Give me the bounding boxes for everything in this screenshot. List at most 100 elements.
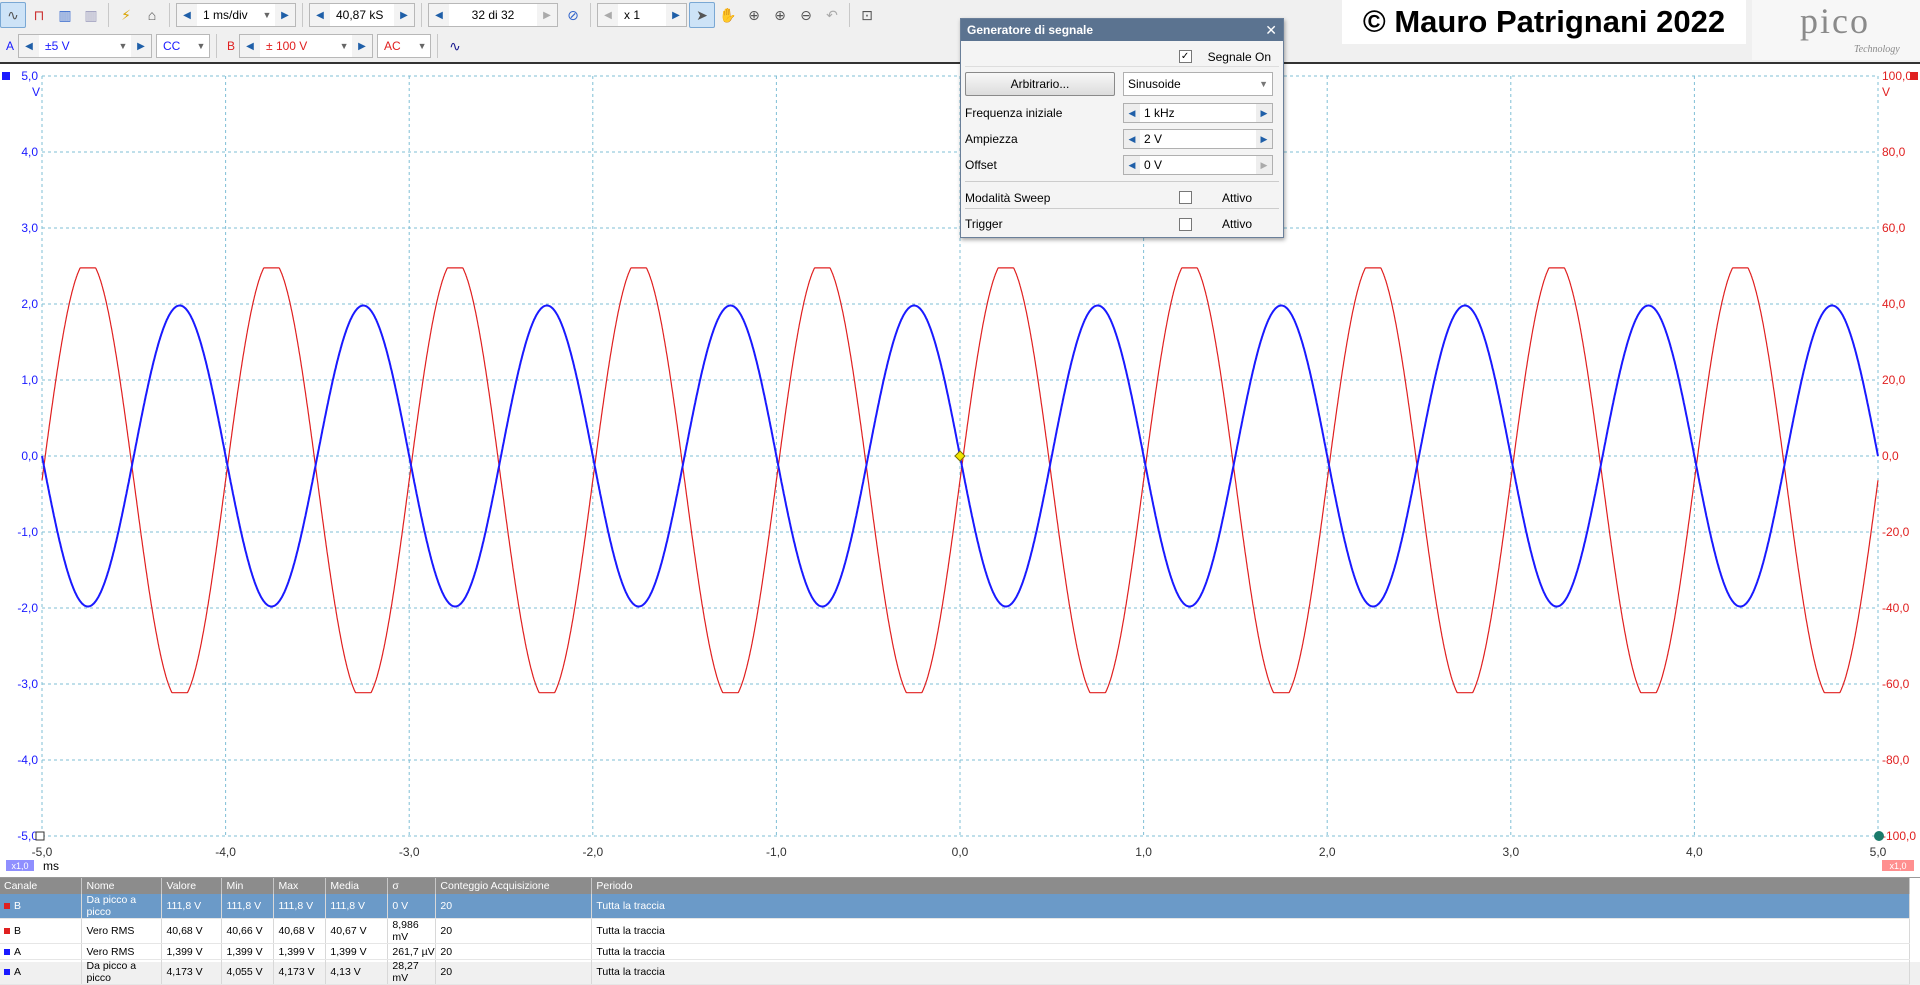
start-freq-decrease-icon[interactable]: ◀ — [1124, 104, 1140, 122]
table-cell: 1,399 V — [325, 943, 389, 960]
signal-on-label: Segnale On — [1207, 49, 1271, 64]
trigger-checkbox[interactable] — [1179, 217, 1192, 231]
chevron-down-icon[interactable]: ▼ — [115, 41, 131, 51]
column-header[interactable]: Nome — [81, 878, 163, 894]
samples-decrease-icon[interactable]: ◀ — [310, 4, 330, 26]
signal-on-checkbox[interactable]: ✓ — [1178, 50, 1192, 63]
signal-generator-titlebar[interactable]: Generatore di segnale ✕ — [961, 19, 1283, 41]
chevron-down-icon[interactable]: ▼ — [193, 41, 209, 51]
table-cell: 8,986 mV — [387, 918, 437, 944]
column-header[interactable]: Conteggio Acquisizione — [435, 878, 593, 894]
offset-decrease-icon[interactable]: ◀ — [1124, 156, 1140, 174]
zoom-area-icon[interactable]: ⊕ — [741, 2, 767, 28]
channel-a-range-control[interactable]: ◀ ±5 V ▼ ▶ — [18, 34, 153, 58]
divider — [590, 3, 591, 27]
y-tick-label-left: -4,0 — [17, 753, 38, 767]
y-tick-label-left: -2,0 — [17, 601, 38, 615]
column-header[interactable]: Valore — [161, 878, 223, 894]
start-freq-increase-icon[interactable]: ▶ — [1256, 104, 1272, 122]
buffer-prev-icon[interactable]: ◀ — [429, 4, 449, 26]
column-header[interactable]: Canale — [0, 878, 83, 894]
waveform-select[interactable]: Sinusoide ▼ — [1123, 72, 1273, 96]
chevron-down-icon[interactable]: ▼ — [414, 41, 430, 51]
undo-zoom-icon[interactable]: ↶ — [819, 2, 845, 28]
channel-b-range-control[interactable]: ◀ ± 100 V ▼ ▶ — [239, 34, 374, 58]
table-cell: 4,173 V — [273, 959, 327, 985]
y-tick-label-left: 2,0 — [21, 297, 38, 311]
offset-value[interactable]: 0 V — [1140, 158, 1256, 172]
buffer-overview-icon[interactable]: ⊘ — [560, 2, 586, 28]
buffer-navigator[interactable]: ◀ 32 di 32 ▶ — [428, 3, 558, 27]
channel-a-coupling[interactable]: CC ▼ — [156, 34, 211, 58]
home-icon[interactable]: ⌂ — [139, 2, 165, 28]
channel-b-marker[interactable] — [1910, 72, 1918, 80]
zoom-out-icon[interactable]: ⊖ — [793, 2, 819, 28]
scope-mode-icon[interactable]: ∿ — [0, 2, 26, 28]
column-header[interactable]: Min — [221, 878, 275, 894]
chevron-down-icon[interactable]: ▼ — [336, 41, 352, 51]
offset-field[interactable]: ◀ 0 V ▶ — [1123, 155, 1273, 175]
table-row[interactable]: B Vero RMS 40,68 V 40,66 V 40,68 V 40,67 V 8,9… — [0, 918, 1910, 944]
zoom-decrease-icon[interactable]: ◀ — [598, 4, 618, 26]
table-cell: 20 — [435, 943, 593, 960]
channel-b-label[interactable]: B — [227, 39, 235, 53]
samples-increase-icon[interactable]: ▶ — [394, 4, 414, 26]
amplitude-decrease-icon[interactable]: ◀ — [1124, 130, 1140, 148]
column-header[interactable]: Periodo — [591, 878, 1910, 894]
zoom-value: x 1 — [624, 8, 641, 22]
spectrum-mode-icon[interactable]: ▥ — [52, 2, 78, 28]
spectrum-alt-icon[interactable]: ▥ — [78, 2, 104, 28]
persistence-mode-icon[interactable]: ⊓ — [26, 2, 52, 28]
samples-control[interactable]: ◀ 40,87 kS ▶ — [309, 3, 415, 27]
column-header[interactable]: Media — [325, 878, 389, 894]
channel-b-range-increase-icon[interactable]: ▶ — [352, 35, 373, 57]
measurements-panel: Canale Nome Valore Min Max Media σ Conteggio Ac… — [0, 877, 1920, 985]
arbitrary-button[interactable]: Arbitrario... — [965, 72, 1115, 96]
table-row[interactable]: B Da picco a picco 111,8 V 111,8 V 111,8 V 11… — [0, 894, 1910, 919]
start-freq-field[interactable]: ◀ 1 kHz ▶ — [1123, 103, 1273, 123]
timebase-control[interactable]: ◀ 1 ms/div ▼ ▶ — [176, 3, 296, 27]
channel-a-coupling-value: CC — [163, 39, 181, 53]
channel-a-range-decrease-icon[interactable]: ◀ — [19, 35, 40, 57]
channel-b-range-decrease-icon[interactable]: ◀ — [240, 35, 261, 57]
offset-increase-icon[interactable]: ▶ — [1256, 156, 1272, 174]
ruler-handle-icon[interactable] — [35, 831, 45, 841]
pointer-tool-icon[interactable]: ➤ — [689, 2, 715, 28]
amplitude-increase-icon[interactable]: ▶ — [1256, 130, 1272, 148]
channel-a-range-increase-icon[interactable]: ▶ — [131, 35, 152, 57]
table-row[interactable]: A Vero RMS 1,399 V 1,399 V 1,399 V 1,399 V 261… — [0, 943, 1910, 960]
channel-b-coupling-value: AC — [384, 39, 401, 53]
column-header[interactable]: σ — [387, 878, 437, 894]
chevron-down-icon[interactable]: ▼ — [259, 10, 275, 20]
offset-label: Offset — [965, 158, 997, 172]
zoom-increase-icon[interactable]: ▶ — [666, 4, 686, 26]
channel-a-label[interactable]: A — [6, 39, 14, 53]
math-channels-icon[interactable]: ∿ — [442, 33, 468, 59]
ruler-handle-icon[interactable] — [1874, 831, 1884, 841]
table-cell: 4,173 V — [161, 959, 223, 985]
channel-a-marker[interactable] — [2, 72, 10, 80]
x-tick-label: 4,0 — [1686, 845, 1703, 859]
zoom-in-icon[interactable]: ⊕ — [767, 2, 793, 28]
y-tick-label-left: -1,0 — [17, 525, 38, 539]
buffer-next-icon[interactable]: ▶ — [537, 4, 557, 26]
zoom-fit-icon[interactable]: ⊡ — [854, 2, 880, 28]
divider — [108, 3, 109, 27]
x-tick-label: -1,0 — [766, 845, 787, 859]
sweep-checkbox[interactable] — [1179, 191, 1192, 204]
start-freq-value[interactable]: 1 kHz — [1140, 106, 1256, 120]
channel-b-coupling[interactable]: AC ▼ — [377, 34, 432, 58]
measurements-header: Canale Nome Valore Min Max Media σ Conteggio Ac… — [0, 878, 1910, 894]
hand-tool-icon[interactable]: ✋ — [715, 2, 741, 28]
close-icon[interactable]: ✕ — [1265, 22, 1277, 39]
timebase-increase-icon[interactable]: ▶ — [275, 4, 295, 26]
table-cell: 40,67 V — [325, 918, 389, 944]
column-header[interactable]: Max — [273, 878, 327, 894]
timebase-decrease-icon[interactable]: ◀ — [177, 4, 197, 26]
auto-setup-icon[interactable]: ⚡ — [113, 2, 139, 28]
table-row[interactable]: A Da picco a picco 4,173 V 4,055 V 4,173 V 4,… — [0, 959, 1910, 985]
amplitude-value[interactable]: 2 V — [1140, 132, 1256, 146]
amplitude-field[interactable]: ◀ 2 V ▶ — [1123, 129, 1273, 149]
zoom-control[interactable]: ◀ x 1 ▶ — [597, 3, 687, 27]
y-tick-label-left: -3,0 — [17, 677, 38, 691]
